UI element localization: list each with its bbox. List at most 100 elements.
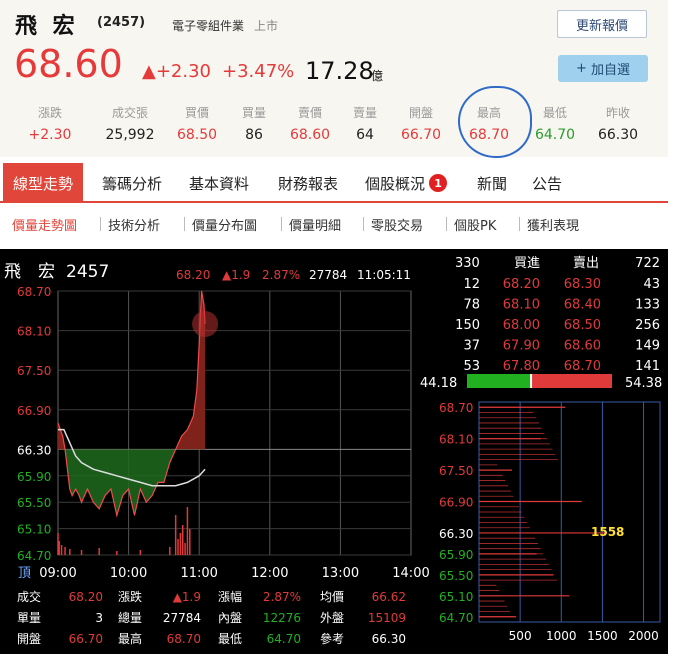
footer-value: 66.30 [372, 632, 406, 646]
tab-5[interactable]: 新聞 [467, 163, 517, 203]
footer-key: 最高 [118, 631, 142, 646]
ob-ask-price: 68.60 [564, 339, 601, 354]
distribution-x-tick: 1000 [546, 629, 577, 643]
ob-bid-vol: 78 [463, 298, 480, 313]
footer-value: 64.70 [267, 632, 301, 646]
stock-change-pct: +3.47% [222, 61, 295, 82]
stat-label: 漲跌 [37, 106, 62, 120]
stat-value: 68.60 [289, 127, 331, 143]
subtab-divider [184, 217, 185, 231]
footer-value: 68.70 [167, 632, 201, 646]
ratio-bar-sell [531, 374, 612, 388]
x-tick-label: 09:00 [39, 566, 76, 581]
distribution-y-tick: 68.10 [439, 433, 473, 447]
footer-value: 68.20 [69, 590, 103, 604]
ob-bid-vol: 37 [463, 339, 480, 354]
tab-label: 基本資料 [189, 174, 250, 193]
chart-stock-code: 2457 [66, 262, 109, 282]
stat-label: 成交張 [111, 106, 148, 120]
stat-4: 賣價 68.60 [280, 104, 340, 143]
footer-key: 參考 [320, 631, 344, 646]
tab-0[interactable]: 線型走勢 [3, 163, 84, 203]
tab-6[interactable]: 公告 [522, 163, 572, 203]
stat-6: 開盤 66.70 [391, 104, 451, 143]
notification-badge: 1 [429, 174, 448, 192]
subtab-3[interactable]: 價量明細 [289, 215, 341, 234]
y-tick-label: 65.90 [17, 470, 51, 484]
subtab-divider [446, 217, 447, 231]
stat-value: 66.30 [597, 127, 639, 143]
stat-0: 漲跌 +2.30 [20, 104, 80, 143]
stat-label: 昨收 [605, 106, 630, 120]
current-point-glow [192, 311, 219, 337]
tab-3[interactable]: 財務報表 [268, 163, 348, 203]
stat-value: 68.50 [176, 127, 218, 143]
tab-label: 新聞 [477, 174, 508, 193]
ob-head-left: 330 [455, 256, 480, 271]
distribution-y-tick: 65.90 [439, 548, 473, 562]
tab-4[interactable]: 個股概況 1 [355, 163, 457, 203]
footer-value: 15109 [368, 611, 406, 625]
ob-ask-vol: 133 [635, 298, 660, 313]
subtab-divider [363, 217, 364, 231]
stat-5: 賣量 64 [335, 104, 395, 143]
subtab-4[interactable]: 零股交易 [371, 215, 423, 234]
add-watchlist-label: 加自選 [590, 63, 630, 78]
stat-value: 25,992 [105, 127, 155, 143]
y-tick-label: 68.10 [17, 325, 51, 339]
distribution-y-tick: 64.70 [439, 611, 473, 625]
ob-ask-vol: 43 [643, 277, 660, 292]
tab-1[interactable]: 籌碼分析 [92, 163, 172, 203]
stat-1: 成交張 25,992 [100, 104, 160, 143]
ratio-bar-buy [467, 374, 532, 388]
stock-code: (2457) [97, 15, 146, 30]
stat-label: 買價 [184, 106, 209, 120]
y-tick-label: 67.50 [17, 364, 51, 378]
stat-value: +2.30 [28, 127, 72, 143]
y-tick-label: 66.90 [17, 404, 51, 418]
footer-value: 2.87% [263, 590, 301, 604]
ob-bid-vol: 53 [463, 359, 480, 374]
ob-bid-price: 67.90 [503, 339, 540, 354]
ratio-right: 54.38 [625, 376, 662, 391]
footer-key: 漲幅 [218, 589, 242, 604]
distribution-y-tick: 68.70 [439, 401, 473, 415]
plus-icon: + [576, 61, 587, 76]
footer-key: 漲跌 [118, 589, 142, 604]
stat-label: 賣量 [352, 106, 377, 120]
y-tick-label: 66.30 [17, 443, 51, 457]
stock-volume-unit: 億 [371, 69, 384, 83]
chart-panel: 飛 宏 2457 68.20 ▲1.9 2.87% 27784 11:05:11 09:00 1… [0, 249, 668, 654]
subtab-6[interactable]: 獲利表現 [527, 215, 579, 234]
sub-tabs: 價量走勢圖 技術分析 價量分布圖 價量明細 零股交易 個股PK 獲利表現 [0, 211, 668, 239]
y-tick-label: 65.50 [17, 496, 51, 510]
ob-ask-price: 68.30 [564, 277, 601, 292]
add-watchlist-button[interactable]: + 加自選 [558, 55, 648, 82]
chart-volume: 27784 [309, 268, 347, 282]
ob-bid-vol: 12 [463, 277, 480, 292]
tab-label: 財務報表 [278, 174, 339, 193]
chart-change: ▲1.9 [222, 268, 250, 282]
footer-value: 66.70 [69, 632, 103, 646]
main-tabs: 線型走勢 籌碼分析 基本資料 財務報表 個股概況 1 新聞 公告 [0, 163, 668, 203]
refresh-quote-button[interactable]: 更新報價 [557, 10, 647, 38]
footer-key: 總量 [118, 610, 142, 625]
subtab-2[interactable]: 價量分布圖 [192, 215, 257, 234]
y-tick-label: 64.70 [17, 549, 51, 563]
subtab-0[interactable]: 價量走勢圖 [12, 215, 77, 234]
ob-bid-vol: 150 [455, 318, 480, 333]
subtab-5[interactable]: 個股PK [454, 215, 496, 234]
x-tick-label: 12:00 [251, 566, 288, 581]
stat-label: 買量 [241, 106, 266, 120]
handwritten-circle-annotation [458, 86, 532, 158]
x-tick-label: 11:00 [180, 566, 217, 581]
stat-label: 賣價 [297, 106, 322, 120]
stock-volume: 17.28 [305, 57, 374, 85]
subtab-1[interactable]: 技術分析 [108, 215, 160, 234]
distribution-y-tick: 67.50 [439, 464, 473, 478]
distribution-y-tick: 65.10 [439, 590, 473, 604]
tab-2[interactable]: 基本資料 [179, 163, 259, 203]
quote-header: 飛 宏 (2457) 電子零組件業 上市 更新報價 + 加自選 68.60 ▲+… [0, 0, 668, 158]
ratio-left: 44.18 [420, 376, 457, 391]
footer-key: 成交 [17, 589, 41, 604]
